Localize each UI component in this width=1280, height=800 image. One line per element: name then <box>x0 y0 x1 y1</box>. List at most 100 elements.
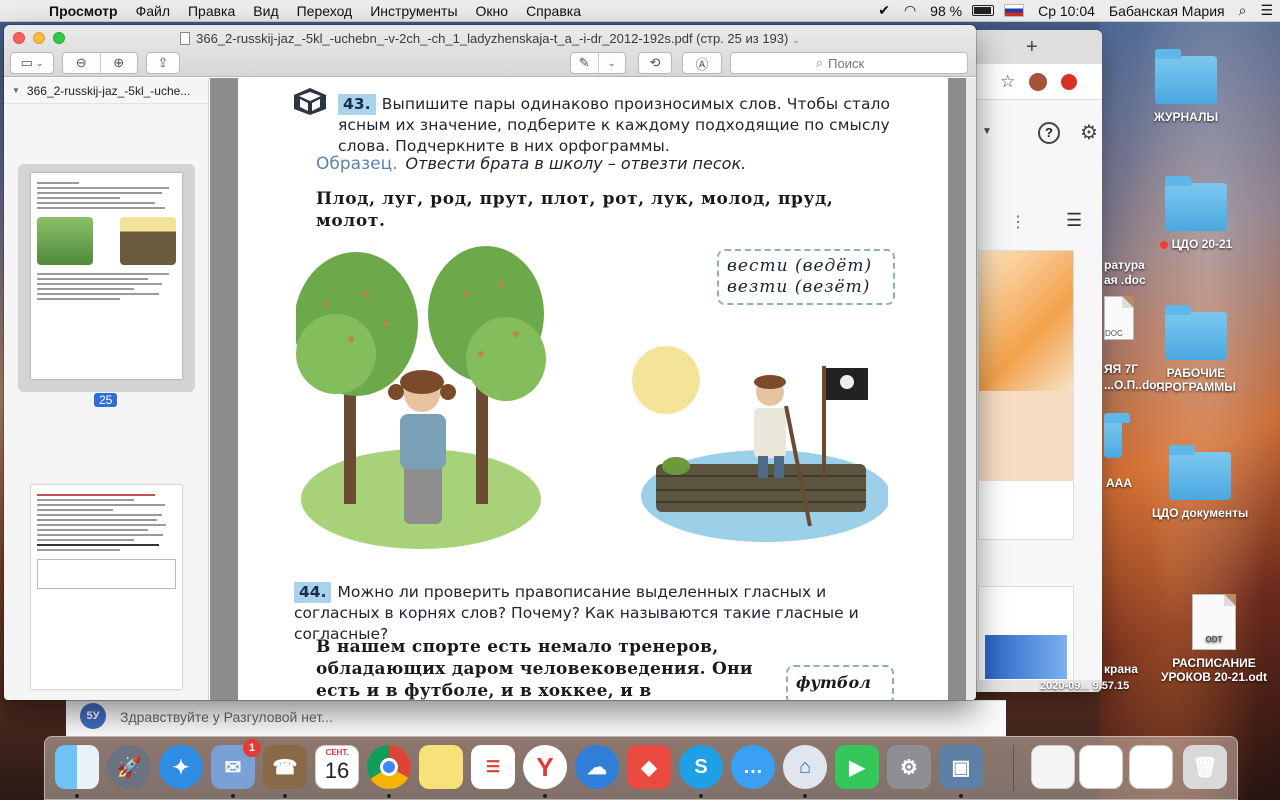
share-button[interactable]: ⇪ <box>146 52 180 74</box>
desktop-partial-label[interactable]: ААА <box>1106 476 1132 490</box>
content-card[interactable] <box>978 586 1074 692</box>
document-title[interactable]: 366_2-russkij-jaz_-5kl_-uchebn_-v-2ch_-c… <box>4 31 976 46</box>
running-indicator <box>283 794 287 798</box>
battery-percent[interactable]: 98 % <box>923 3 969 19</box>
system-preferences-icon[interactable]: ⚙ <box>887 745 931 789</box>
illustration-boy-raft <box>632 346 888 542</box>
menu-window[interactable]: Окно <box>467 3 518 19</box>
page-thumbnail-25[interactable] <box>31 173 182 379</box>
dropdown-arrow-icon[interactable]: ▼ <box>982 126 992 137</box>
exercise-number: 43. <box>338 94 376 115</box>
hint-line: везти (везёт) <box>727 277 871 297</box>
new-tab-icon[interactable]: + <box>1026 36 1038 59</box>
notification-center-icon[interactable]: ☰ <box>1253 2 1280 19</box>
notes-icon[interactable] <box>419 745 463 789</box>
recent-file-stack-icon[interactable] <box>1129 745 1173 789</box>
page-thumbnail-26[interactable] <box>31 485 182 689</box>
running-indicator <box>959 794 963 798</box>
doc-file-icon[interactable]: DOC <box>1104 296 1134 340</box>
highlight-pen-icon[interactable]: ✎ <box>571 55 598 71</box>
chevron-down-icon[interactable]: ⌄ <box>792 35 800 45</box>
menu-tools[interactable]: Инструменты <box>361 3 466 19</box>
battery-icon[interactable] <box>972 5 995 16</box>
skype-icon[interactable]: S <box>679 745 723 789</box>
trash-icon[interactable]: 🗑 <box>1183 745 1227 789</box>
input-source-flag-icon[interactable] <box>1004 4 1025 17</box>
profile-avatar[interactable] <box>1029 72 1048 91</box>
settings-gear-icon[interactable]: ⚙ <box>1080 120 1098 145</box>
status-check-icon[interactable]: ✔ <box>871 2 897 19</box>
calendar-icon[interactable]: СЕНТ. 16 <box>315 745 359 789</box>
hint-box: вести (ведёт) везти (везёт) <box>717 249 895 305</box>
hint-box-football: футбол <box>786 665 894 700</box>
sidebar-document-header[interactable]: ▼ 366_2-russkij-jaz_-5kl_-uche... <box>4 78 208 104</box>
rotate-button[interactable]: ⟲ <box>638 52 672 74</box>
facetime-icon[interactable]: ▶ <box>835 745 879 789</box>
page-number-25[interactable]: 25 <box>94 393 118 407</box>
disclosure-triangle-icon[interactable]: ▼ <box>12 86 20 95</box>
desktop-partial-label[interactable]: ая .doc <box>1104 273 1146 287</box>
messages-icon[interactable]: … <box>731 745 775 789</box>
contacts-icon[interactable]: ☎ <box>263 745 307 789</box>
desktop-partial-label[interactable]: ратура <box>1104 258 1145 272</box>
desktop-partial-label[interactable]: ЯЯ 7Г <box>1104 362 1138 376</box>
preview-window[interactable]: 366_2-russkij-jaz_-5kl_-uchebn_-v-2ch_-c… <box>4 25 976 700</box>
sidebar-document-name: 366_2-russkij-jaz_-5kl_-uche... <box>26 83 191 98</box>
desktop-folder-journals[interactable]: ЖУРНАЛЫ <box>1126 49 1246 124</box>
background-browser-window[interactable]: + ☆ ▼ ? ⚙ ⋮ ☰ <box>960 30 1102 692</box>
bookmark-star-icon[interactable]: ☆ <box>1000 72 1015 92</box>
wifi-icon[interactable]: ◠ <box>897 2 923 19</box>
launchpad-icon[interactable]: 🚀 <box>107 745 151 789</box>
background-chat-window[interactable]: 5У Здравствуйте у Разгуловой нет... <box>66 700 1006 736</box>
menu-view[interactable]: Вид <box>244 3 287 19</box>
chevron-down-icon[interactable]: ⌄ <box>599 58 626 69</box>
downloads-stack-icon[interactable] <box>1079 745 1123 789</box>
menu-file[interactable]: Файл <box>127 3 179 19</box>
desktop-file-schedule[interactable]: ODT РАСПИСАНИЕ УРОКОВ 20-21.odt <box>1154 594 1274 684</box>
user-name[interactable]: Бабанская Мария <box>1102 3 1232 19</box>
safari-icon[interactable]: ✦ <box>159 745 203 789</box>
desktop-partial-label[interactable]: 2020-09... 9.57.15 <box>1040 680 1129 692</box>
menu-go[interactable]: Переход <box>288 3 362 19</box>
document-viewer[interactable]: 43. Выпишите пары одинаково произносимых … <box>210 78 976 700</box>
document-stack-icon[interactable] <box>1031 745 1075 789</box>
word-list: Плод, луг, род, прут, плот, рот, лук, мо… <box>316 189 834 231</box>
content-card[interactable] <box>978 250 1074 540</box>
chat-message-preview[interactable]: Здравствуйте у Разгуловой нет... <box>120 709 333 725</box>
desktop-partial-label[interactable]: ...О.П..doc <box>1104 378 1163 392</box>
zoom-in-icon[interactable]: ⊕ <box>101 55 138 71</box>
finder-icon[interactable] <box>55 745 99 789</box>
zoom-out-icon[interactable]: ⊖ <box>63 55 100 71</box>
preview-app-icon[interactable]: ⌂ <box>783 745 827 789</box>
desktop-folder-cdo[interactable]: ЦДО 20-21 <box>1136 176 1256 251</box>
exercise-number: 44. <box>294 582 332 603</box>
menu-app[interactable]: Просмотр <box>40 3 127 19</box>
clock[interactable]: Ср 10:04 <box>1031 3 1102 19</box>
menu-help[interactable]: Справка <box>517 3 590 19</box>
search-input[interactable] <box>828 55 883 71</box>
markup-icon: Ⓐ <box>695 56 709 72</box>
search-field[interactable]: ⌕ <box>730 52 968 74</box>
running-indicator <box>803 794 807 798</box>
vertical-scrollbar[interactable] <box>966 78 976 700</box>
folder-icon[interactable] <box>1104 413 1130 458</box>
update-icon[interactable] <box>1061 73 1078 90</box>
list-view-icon[interactable]: ☰ <box>1066 210 1082 231</box>
more-options-icon[interactable]: ⋮ <box>1010 212 1027 232</box>
menu-edit[interactable]: Правка <box>179 3 244 19</box>
help-icon[interactable]: ? <box>1038 122 1060 144</box>
spotlight-search-icon[interactable]: ⌕ <box>1232 2 1254 19</box>
anydesk-icon[interactable]: ◆ <box>627 745 671 789</box>
openoffice-icon[interactable]: ☁ <box>575 745 619 789</box>
running-indicator <box>387 794 391 798</box>
desktop-folder-cdo-documents[interactable]: ЦДО документы <box>1140 445 1260 520</box>
markup-toolbar-button[interactable]: Ⓐ <box>682 52 722 74</box>
reminders-icon[interactable]: ☰ <box>471 745 515 789</box>
chrome-icon[interactable] <box>367 745 411 789</box>
mail-icon[interactable]: ✉ 1 <box>211 739 261 789</box>
image-capture-icon[interactable]: ▣ <box>939 745 983 789</box>
desktop-partial-label[interactable]: крана <box>1104 662 1138 676</box>
dock-separator <box>1013 745 1014 791</box>
sidebar-toggle-button[interactable]: ▭ ⌄ <box>10 52 54 74</box>
yandex-browser-icon[interactable]: Y <box>523 745 567 789</box>
